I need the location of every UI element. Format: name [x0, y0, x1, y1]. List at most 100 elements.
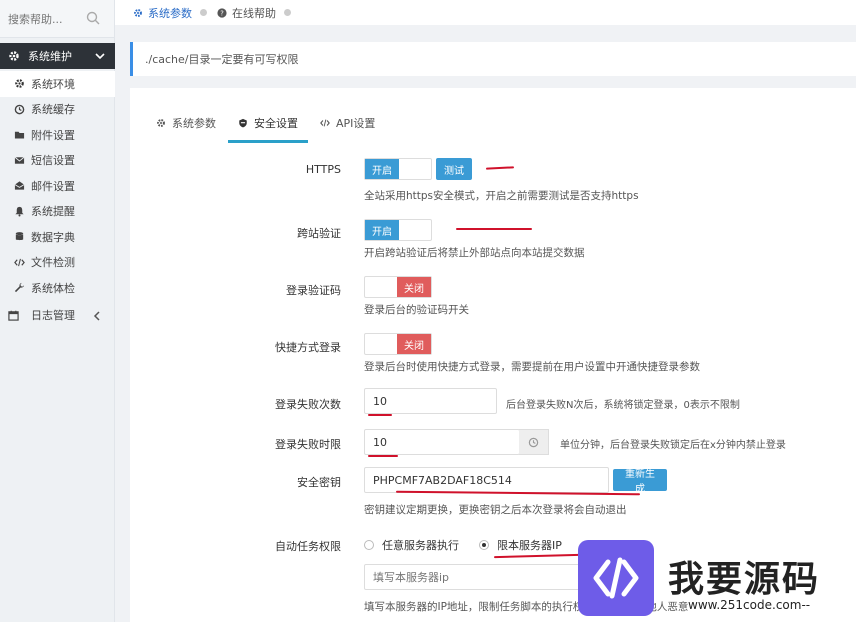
- tab-security[interactable]: 安全设置: [228, 110, 308, 143]
- annotation-underline: [493, 553, 581, 559]
- fail-time-help: 单位分钟，后台登录失败锁定后在x分钟内禁止登录: [560, 440, 786, 451]
- switch-off-label: 关闭: [397, 277, 431, 297]
- top-nav: 系统参数 ? 在线帮助: [115, 0, 856, 25]
- captcha-label: 登录验证码: [286, 284, 341, 297]
- tab-api[interactable]: API设置: [320, 110, 375, 136]
- server-ip-input[interactable]: [364, 564, 609, 590]
- cron-label: 自动任务权限: [275, 540, 341, 553]
- fail-time-input[interactable]: [364, 429, 520, 455]
- watermark-logo: [578, 540, 654, 616]
- gear-icon: [157, 119, 165, 127]
- sidebar-item-file-check[interactable]: 文件检测: [0, 250, 115, 276]
- watermark: 我要源码 www.251code.com--: [578, 540, 856, 622]
- search-input[interactable]: [0, 0, 80, 38]
- topnav-tab-system-params[interactable]: 系统参数: [133, 5, 207, 21]
- wrench-icon: [14, 283, 25, 293]
- tab-label: API设置: [336, 117, 376, 130]
- svg-text:?: ?: [220, 9, 224, 17]
- secret-key-input[interactable]: [364, 467, 609, 493]
- fail-count-label: 登录失败次数: [275, 398, 341, 411]
- sidebar-search: [0, 0, 114, 38]
- gear-icon: [134, 8, 142, 17]
- sidebar-item-cache[interactable]: 系统缓存: [0, 97, 115, 123]
- sidebar-item-dictionary[interactable]: 数据字典: [0, 224, 115, 250]
- folder-icon: [14, 132, 25, 139]
- radio-circle: [364, 540, 374, 550]
- tab-label: 系统参数: [172, 117, 216, 130]
- captcha-switch[interactable]: 关闭: [364, 276, 432, 298]
- gear-icon: [15, 79, 24, 89]
- fail-count-help: 后台登录失败N次后，系统将锁定登录，0表示不限制: [506, 400, 740, 411]
- sidebar-item-environment[interactable]: 系统环境: [0, 71, 115, 97]
- sidebar-item-label: 邮件设置: [31, 179, 75, 193]
- https-test-button[interactable]: 测试: [436, 158, 472, 180]
- csrf-label: 跨站验证: [297, 227, 341, 240]
- captcha-help: 登录后台的验证码开关: [364, 304, 469, 316]
- radio-circle: [479, 540, 489, 550]
- search-icon[interactable]: [86, 11, 100, 25]
- topnav-tab-label: 系统参数: [148, 6, 192, 20]
- separator-dot: [284, 9, 291, 16]
- tab-system-params[interactable]: 系统参数: [156, 110, 216, 136]
- code-bracket-logo-icon: [593, 557, 639, 599]
- radio-any-server[interactable]: 任意服务器执行: [364, 537, 459, 553]
- switch-on-label: 开启: [365, 220, 399, 240]
- open-envelope-icon: [14, 181, 25, 190]
- sidebar-item-label: 系统缓存: [31, 103, 75, 117]
- radio-label: 限本服务器IP: [497, 539, 562, 552]
- settings-tabs: 系统参数 安全设置 API设置: [156, 110, 397, 143]
- sidebar-group-system[interactable]: 系统维护: [0, 43, 115, 69]
- sidebar-item-label: 系统环境: [31, 77, 75, 91]
- annotation-underline: [368, 414, 392, 416]
- fail-time-addon: [519, 429, 549, 455]
- quick-login-switch[interactable]: 关闭: [364, 333, 432, 355]
- https-help: 全站采用https安全模式，开启之前需要测试是否支持https: [364, 190, 639, 202]
- sidebar-item-sms[interactable]: 短信设置: [0, 148, 115, 174]
- envelope-icon: [14, 156, 25, 164]
- sidebar-item-reminder[interactable]: 系统提醒: [0, 199, 115, 225]
- sidebar-item-health-check[interactable]: 系统体检: [0, 275, 115, 301]
- radio-local-ip[interactable]: 限本服务器IP: [479, 537, 562, 553]
- https-switch[interactable]: 开启: [364, 158, 432, 180]
- switch-off-label: 关闭: [397, 334, 431, 354]
- question-icon: ?: [217, 7, 227, 18]
- topnav-tab-help[interactable]: ? 在线帮助: [217, 5, 291, 21]
- secret-help: 密钥建议定期更换，更换密钥之后本次登录将会自动退出: [364, 504, 627, 516]
- separator-dot: [200, 9, 207, 16]
- annotation-underline: [368, 455, 398, 457]
- database-icon: [15, 232, 24, 241]
- sidebar-item-label: 系统体检: [31, 281, 75, 295]
- sidebar-group-label: 系统维护: [28, 50, 72, 63]
- radio-label: 任意服务器执行: [382, 539, 459, 552]
- annotation-underline: [485, 166, 515, 170]
- sidebar: 系统维护 系统环境 系统缓存 附件设置 短信设置 邮件设置 系统提醒: [0, 0, 115, 622]
- code-icon: [320, 119, 330, 127]
- sidebar-item-attachment[interactable]: 附件设置: [0, 122, 115, 148]
- chevron-down-icon: [95, 53, 105, 60]
- code-icon: [14, 258, 25, 267]
- watermark-title: 我要源码: [668, 559, 821, 600]
- sidebar-item-label: 附件设置: [31, 128, 75, 142]
- tab-label: 安全设置: [254, 117, 298, 130]
- clock-icon: [14, 104, 25, 115]
- bell-icon: [15, 206, 24, 217]
- csrf-help: 开启跨站验证后将禁止外部站点向本站提交数据: [364, 247, 585, 259]
- regenerate-button[interactable]: 重新生成: [613, 469, 667, 495]
- watermark-url: www.251code.com--: [688, 598, 811, 612]
- fail-count-input[interactable]: [364, 388, 497, 414]
- calendar-icon: [8, 310, 19, 321]
- sidebar-item-label: 数据字典: [31, 230, 75, 244]
- https-label: HTTPS: [305, 163, 341, 176]
- annotation-underline: [456, 228, 532, 230]
- switch-on-label: 开启: [365, 159, 399, 179]
- csrf-switch[interactable]: 开启: [364, 219, 432, 241]
- sidebar-item-mail[interactable]: 邮件设置: [0, 173, 115, 199]
- cron-radio-group: 任意服务器执行 限本服务器IP: [364, 537, 582, 553]
- shield-icon: [239, 118, 247, 128]
- sidebar-item-label: 系统提醒: [31, 205, 75, 219]
- sidebar-group-logs[interactable]: 日志管理: [0, 303, 115, 329]
- gear-icon: [9, 51, 19, 61]
- topnav-tab-label: 在线帮助: [232, 6, 276, 20]
- chevron-left-icon: [93, 310, 100, 321]
- quick-login-label: 快捷方式登录: [275, 341, 341, 354]
